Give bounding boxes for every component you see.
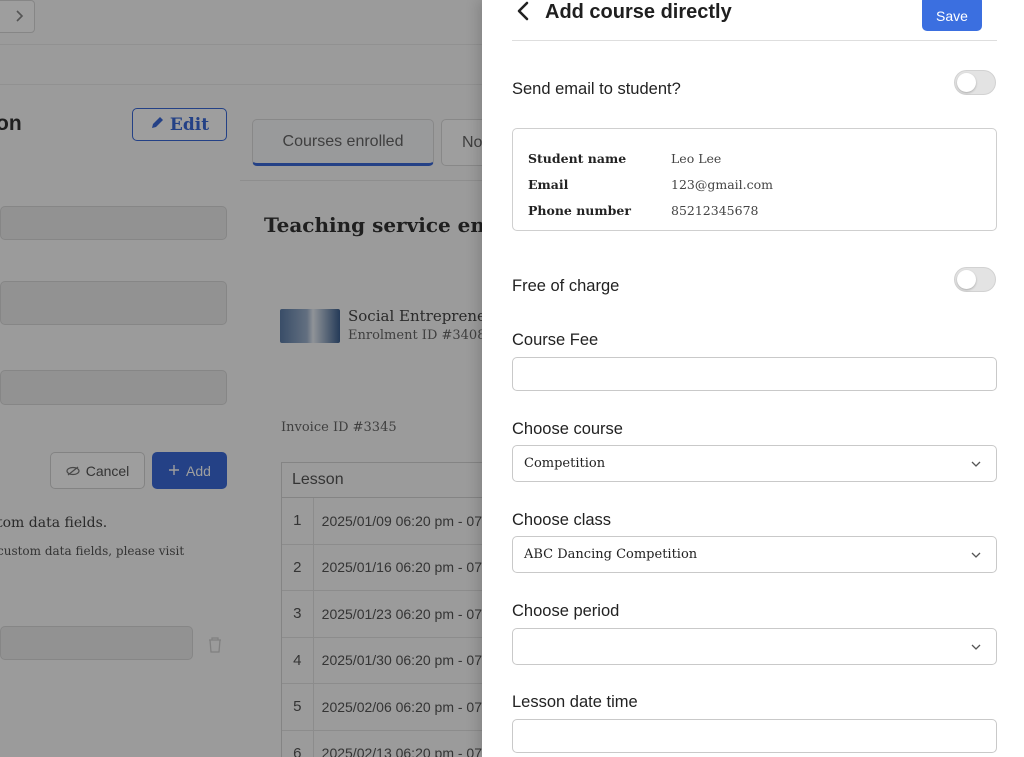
choose-course-select[interactable]: Competition — [512, 445, 997, 482]
choose-course-value: Competition — [524, 456, 606, 471]
student-name-value: Leo Lee — [671, 150, 722, 166]
send-email-toggle[interactable] — [954, 70, 996, 95]
free-of-charge-label: Free of charge — [512, 277, 620, 295]
toggle-knob — [957, 73, 976, 92]
drawer-title: Add course directly — [545, 1, 732, 23]
toggle-knob — [957, 270, 976, 289]
lesson-datetime-label: Lesson date time — [512, 693, 638, 711]
chevron-down-icon — [969, 548, 983, 562]
send-email-label: Send email to student? — [512, 80, 681, 98]
free-of-charge-toggle[interactable] — [954, 267, 996, 292]
phone-value: 85212345678 — [671, 202, 759, 218]
choose-class-select[interactable]: ABC Dancing Competition — [512, 536, 997, 573]
chevron-down-icon — [969, 457, 983, 471]
email-key: Email — [528, 176, 569, 192]
modal-backdrop[interactable] — [0, 0, 482, 757]
choose-period-label: Choose period — [512, 602, 620, 620]
student-name-key: Student name — [528, 150, 627, 166]
phone-key: Phone number — [528, 202, 631, 218]
divider — [512, 40, 997, 41]
choose-class-value: ABC Dancing Competition — [524, 547, 698, 562]
choose-course-label: Choose course — [512, 420, 623, 438]
back-button[interactable] — [512, 0, 534, 26]
course-fee-input[interactable] — [512, 357, 997, 391]
lesson-datetime-input[interactable] — [512, 719, 997, 753]
save-button[interactable]: Save — [922, 0, 982, 31]
email-value: 123@gmail.com — [671, 176, 774, 192]
choose-class-label: Choose class — [512, 511, 612, 529]
chevron-left-icon — [516, 1, 530, 26]
student-info-box: Student name Leo Lee Email 123@gmail.com… — [512, 128, 997, 231]
course-fee-label: Course Fee — [512, 331, 599, 349]
choose-period-select[interactable] — [512, 628, 997, 665]
add-course-drawer: Add course directly Save Send email to s… — [482, 0, 1024, 757]
chevron-down-icon — [969, 640, 983, 654]
